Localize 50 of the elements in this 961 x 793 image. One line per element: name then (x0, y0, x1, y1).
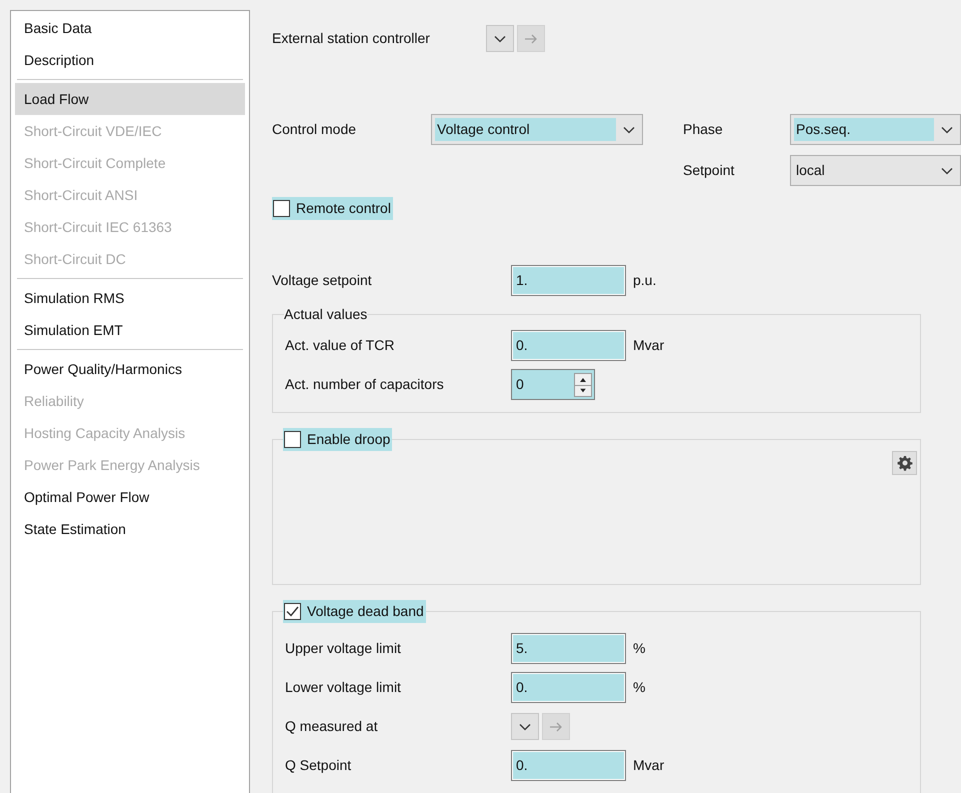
arrow-right-icon (524, 34, 538, 44)
field-label: Lower voltage limit (285, 678, 402, 697)
field-label: Act. number of capacitors (285, 375, 445, 394)
field-label: Act. value of TCR (285, 336, 396, 355)
sidebar-item[interactable]: Simulation EMT (15, 314, 245, 346)
arrow-right-icon (549, 722, 563, 732)
sidebar-item[interactable]: Basic Data (15, 12, 245, 44)
settings-button[interactable] (892, 451, 917, 475)
combo-box[interactable]: Voltage control (431, 114, 643, 145)
checkbox[interactable] (284, 603, 301, 620)
chevron-down-icon (494, 34, 506, 42)
checkbox[interactable] (284, 431, 301, 448)
chevron-down-icon (941, 166, 953, 174)
input-field[interactable]: 0. (511, 672, 626, 703)
sidebar-item[interactable]: Optimal Power Flow (15, 481, 245, 513)
unit-label: Mvar (633, 336, 664, 355)
input-field[interactable]: 5. (511, 633, 626, 664)
sidebar-item[interactable]: Load Flow (15, 83, 245, 115)
input-field[interactable]: 0. (511, 750, 626, 781)
sidebar-item[interactable]: Simulation RMS (15, 282, 245, 314)
group-title: Actual values (284, 305, 368, 324)
checkbox-label: Enable droop (307, 430, 390, 449)
spinner-field[interactable]: 0 (511, 369, 595, 400)
checkbox-label: Remote control (296, 199, 391, 218)
field-label: External station controller (272, 29, 431, 48)
field-label: Upper voltage limit (285, 639, 402, 658)
input-field[interactable]: 0. (511, 330, 626, 361)
field-label: Setpoint (683, 161, 736, 180)
chevron-down-icon (519, 722, 531, 730)
combo-box[interactable]: local (790, 155, 961, 186)
sidebar-item[interactable]: State Estimation (15, 513, 245, 545)
input-field[interactable]: 1. (511, 265, 626, 296)
unit-label: Mvar (633, 756, 664, 775)
settings-icon (896, 455, 912, 471)
sidebar-item[interactable]: Power Quality/Harmonics (15, 353, 245, 385)
sidebar-item[interactable]: Description (15, 44, 245, 76)
checkbox[interactable] (273, 200, 290, 217)
field-label: Phase (683, 120, 724, 139)
combo-box[interactable]: Pos.seq. (790, 114, 961, 145)
field-label: Q measured at (285, 717, 379, 736)
unit-label: p.u. (633, 271, 656, 290)
chevron-down-icon (623, 126, 635, 134)
check-icon (286, 606, 299, 617)
chevron-down-icon (941, 126, 953, 134)
unit-label: % (633, 678, 646, 697)
checkbox-label: Voltage dead band (307, 602, 424, 621)
field-label: Control mode (272, 120, 358, 139)
field-label: Q Setpoint (285, 756, 352, 775)
unit-label: % (633, 639, 646, 658)
field-label: Voltage setpoint (272, 271, 373, 290)
